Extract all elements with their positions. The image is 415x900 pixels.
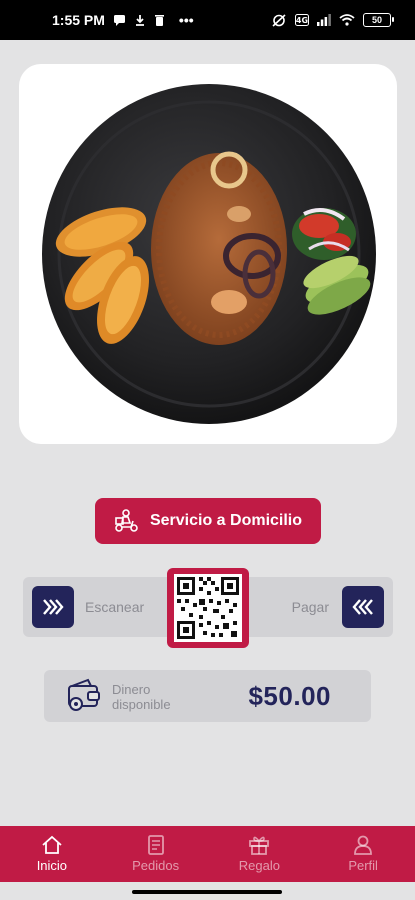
nav-item-regalo[interactable]: Regalo bbox=[208, 826, 312, 882]
vibrate-icon bbox=[271, 13, 287, 27]
download-icon bbox=[134, 14, 146, 26]
battery-icon: 50 bbox=[363, 13, 394, 27]
delivery-scooter-icon bbox=[114, 509, 140, 533]
chevrons-left-icon bbox=[352, 599, 373, 615]
balance-card: Dinero disponible $50.00 bbox=[44, 670, 371, 722]
delivery-service-button[interactable]: Servicio a Domicilio bbox=[95, 498, 321, 544]
more-notifications: ••• bbox=[178, 12, 194, 28]
trash-icon bbox=[154, 14, 165, 26]
delivery-service-label: Servicio a Domicilio bbox=[149, 512, 303, 529]
nav-label-perfil: Perfil bbox=[348, 858, 378, 873]
nav-item-inicio[interactable]: Inicio bbox=[0, 826, 104, 882]
nav-label-pedidos: Pedidos bbox=[132, 858, 180, 873]
home-icon bbox=[42, 835, 62, 854]
chevrons-right-icon bbox=[43, 599, 64, 615]
qr-code-icon bbox=[174, 574, 242, 642]
nav-item-perfil[interactable]: Perfil bbox=[311, 826, 415, 882]
orders-icon bbox=[147, 835, 164, 855]
signal-icon bbox=[317, 14, 331, 26]
nav-item-pedidos[interactable]: Pedidos bbox=[104, 826, 208, 882]
svg-text:4G: 4G bbox=[296, 16, 308, 25]
balance-label: Dinero disponible bbox=[112, 682, 171, 712]
nav-label-inicio: Inicio bbox=[36, 858, 68, 873]
qr-code-button[interactable] bbox=[167, 568, 249, 648]
food-plate-photo bbox=[42, 84, 376, 424]
wallet-icon bbox=[68, 678, 100, 711]
message-icon bbox=[113, 14, 126, 26]
bottom-navigation: Inicio Pedidos Regalo Perfil bbox=[0, 826, 415, 882]
scan-arrow-button[interactable] bbox=[32, 586, 74, 628]
profile-icon bbox=[354, 835, 373, 855]
nav-label-regalo: Regalo bbox=[238, 858, 280, 873]
wifi-icon bbox=[339, 14, 355, 26]
status-time: 1:55 PM bbox=[52, 12, 105, 28]
hero-image-card bbox=[19, 64, 397, 444]
gift-icon bbox=[249, 836, 270, 855]
home-indicator[interactable] bbox=[132, 890, 282, 894]
scan-label: Escanear bbox=[85, 599, 145, 615]
status-bar: 1:55 PM ••• 4G 50 bbox=[0, 0, 415, 40]
pay-arrow-button[interactable] bbox=[342, 586, 384, 628]
pay-label: Pagar bbox=[291, 599, 329, 615]
balance-amount: $50.00 bbox=[248, 681, 331, 711]
data-icon: 4G bbox=[295, 14, 309, 26]
